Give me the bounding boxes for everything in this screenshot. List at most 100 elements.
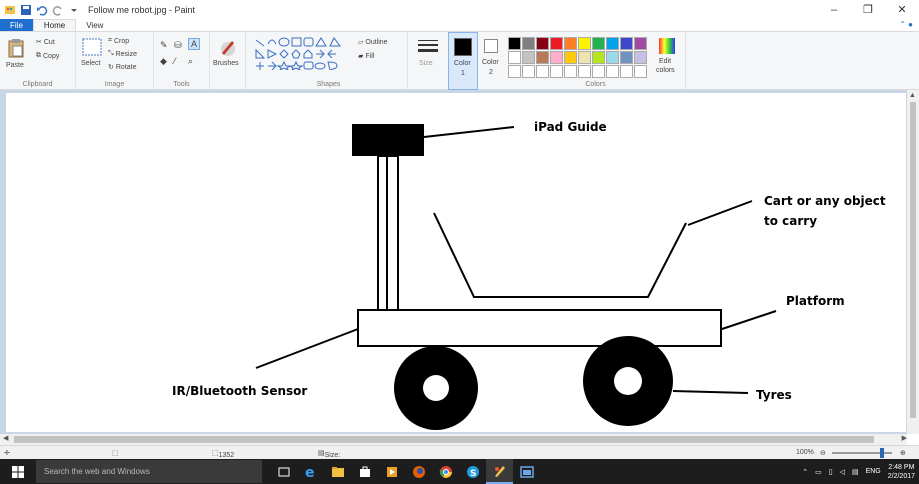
color2-button[interactable]: Color 2	[480, 32, 504, 90]
pencil-icon[interactable]: ✎	[160, 40, 168, 51]
tab-view[interactable]: View	[76, 19, 113, 31]
color-swatch[interactable]	[634, 37, 647, 50]
copy-button[interactable]: ⧉ Copy	[36, 52, 59, 60]
color-swatch[interactable]	[592, 51, 605, 64]
color-swatch[interactable]	[606, 65, 619, 78]
edit-colors-icon[interactable]	[658, 37, 676, 55]
color-swatch[interactable]	[606, 51, 619, 64]
color-swatch[interactable]	[508, 37, 521, 50]
file-explorer-icon[interactable]	[324, 459, 351, 484]
resize-button[interactable]: ⤡ Resize	[108, 50, 137, 58]
color-swatch[interactable]	[522, 51, 535, 64]
color1-button[interactable]: Color 1	[448, 32, 478, 90]
tray-expand-icon[interactable]: ⌃	[802, 468, 808, 476]
brushes-label[interactable]: Brushes	[213, 60, 239, 67]
color-swatch[interactable]	[564, 51, 577, 64]
color-swatch[interactable]	[578, 65, 591, 78]
zoom-out-button[interactable]: ⊖	[820, 449, 826, 457]
edit-colors-line1[interactable]: Edit	[659, 58, 671, 65]
color-swatch[interactable]	[508, 65, 521, 78]
color-swatch[interactable]	[508, 51, 521, 64]
media-app-icon[interactable]	[378, 459, 405, 484]
paint-taskbar-icon[interactable]	[486, 459, 513, 484]
size-label[interactable]: Size	[419, 60, 433, 67]
firefox-icon[interactable]	[405, 459, 432, 484]
notifications-icon[interactable]: ▤	[852, 468, 859, 476]
color-swatch[interactable]	[550, 65, 563, 78]
zoom-in-button[interactable]: ⊕	[900, 449, 906, 457]
customize-toolbar-icon[interactable]	[68, 4, 80, 16]
color-picker-icon[interactable]: ⁄	[174, 56, 176, 66]
chrome-icon[interactable]	[432, 459, 459, 484]
horizontal-scroll-thumb[interactable]	[14, 436, 874, 443]
scroll-left-icon[interactable]: ◀	[3, 434, 8, 442]
help-icon[interactable]: ⌃ ●	[899, 20, 913, 29]
select-icon[interactable]	[82, 38, 102, 56]
size-icon[interactable]	[417, 38, 439, 56]
minimize-button[interactable]: –	[817, 0, 851, 19]
tyres-label: Tyres	[756, 388, 792, 402]
zoom-slider-thumb[interactable]	[880, 448, 885, 458]
cut-button[interactable]: ✂ Cut	[36, 38, 55, 47]
save-icon[interactable]	[20, 4, 32, 16]
color-swatch[interactable]	[620, 37, 633, 50]
skype-icon[interactable]: S	[459, 459, 486, 484]
color-swatch[interactable]	[564, 37, 577, 50]
color-swatch[interactable]	[522, 37, 535, 50]
select-button[interactable]: Select	[81, 60, 100, 67]
color-swatch[interactable]	[620, 65, 633, 78]
close-button[interactable]: ✕	[885, 0, 919, 19]
horizontal-scrollbar[interactable]: ◀ ▶	[0, 434, 907, 445]
network-icon[interactable]: ▭	[815, 468, 822, 476]
clock[interactable]: 2:48 PM 2/2/2017	[888, 463, 915, 481]
redo-icon[interactable]	[52, 4, 64, 16]
brushes-icon[interactable]	[218, 37, 238, 57]
text-tool-icon[interactable]: A	[188, 38, 201, 50]
vertical-scrollbar[interactable]: ▲	[907, 90, 919, 434]
undo-icon[interactable]	[36, 4, 48, 16]
color-swatch[interactable]	[536, 37, 549, 50]
tab-file[interactable]: File	[0, 19, 33, 31]
color-swatch[interactable]	[592, 65, 605, 78]
color-swatch[interactable]	[578, 51, 591, 64]
color-swatch[interactable]	[536, 65, 549, 78]
edit-colors-line2[interactable]: colors	[656, 67, 675, 74]
color-swatch[interactable]	[522, 65, 535, 78]
scroll-up-icon[interactable]: ▲	[909, 92, 916, 99]
edge-icon[interactable]: e	[297, 459, 324, 484]
taskbar-search-input[interactable]: Search the web and Windows	[36, 460, 262, 483]
scroll-right-icon[interactable]: ▶	[902, 434, 907, 442]
paste-icon[interactable]	[8, 38, 24, 58]
color-swatch[interactable]	[578, 37, 591, 50]
task-view-icon[interactable]	[270, 459, 297, 484]
shapes-gallery[interactable]	[254, 36, 350, 70]
zoom-slider[interactable]	[832, 448, 892, 458]
crop-button[interactable]: ⌗ Crop	[108, 37, 129, 45]
language-indicator[interactable]: ENG	[866, 468, 881, 475]
color-swatch[interactable]	[550, 37, 563, 50]
color-swatch[interactable]	[620, 51, 633, 64]
app-window-icon[interactable]	[513, 459, 540, 484]
paste-button[interactable]: Paste	[6, 62, 24, 69]
volume-icon[interactable]: ◁	[840, 468, 845, 476]
drawing-canvas[interactable]: iPad Guide Cart or any object to carry P…	[6, 93, 906, 432]
fill-bucket-icon[interactable]: ⛁	[174, 40, 182, 51]
outline-dropdown[interactable]: ▱ Outline	[358, 38, 388, 47]
color-swatch[interactable]	[634, 65, 647, 78]
tab-home[interactable]: Home	[32, 19, 77, 31]
color-swatch[interactable]	[592, 37, 605, 50]
eraser-icon[interactable]: ◆	[160, 56, 167, 67]
battery-icon[interactable]: ▯	[829, 468, 833, 476]
restore-button[interactable]: ❐	[851, 0, 885, 19]
color-swatch[interactable]	[550, 51, 563, 64]
color-swatch[interactable]	[606, 37, 619, 50]
start-button[interactable]	[0, 459, 36, 484]
fill-dropdown[interactable]: ▰ Fill	[358, 52, 374, 61]
color-swatch[interactable]	[564, 65, 577, 78]
magnifier-icon[interactable]: ⌕	[188, 56, 193, 67]
rotate-button[interactable]: ↻ Rotate	[108, 63, 137, 72]
vertical-scroll-thumb[interactable]	[910, 102, 916, 418]
color-swatch[interactable]	[536, 51, 549, 64]
color-swatch[interactable]	[634, 51, 647, 64]
store-icon[interactable]	[351, 459, 378, 484]
